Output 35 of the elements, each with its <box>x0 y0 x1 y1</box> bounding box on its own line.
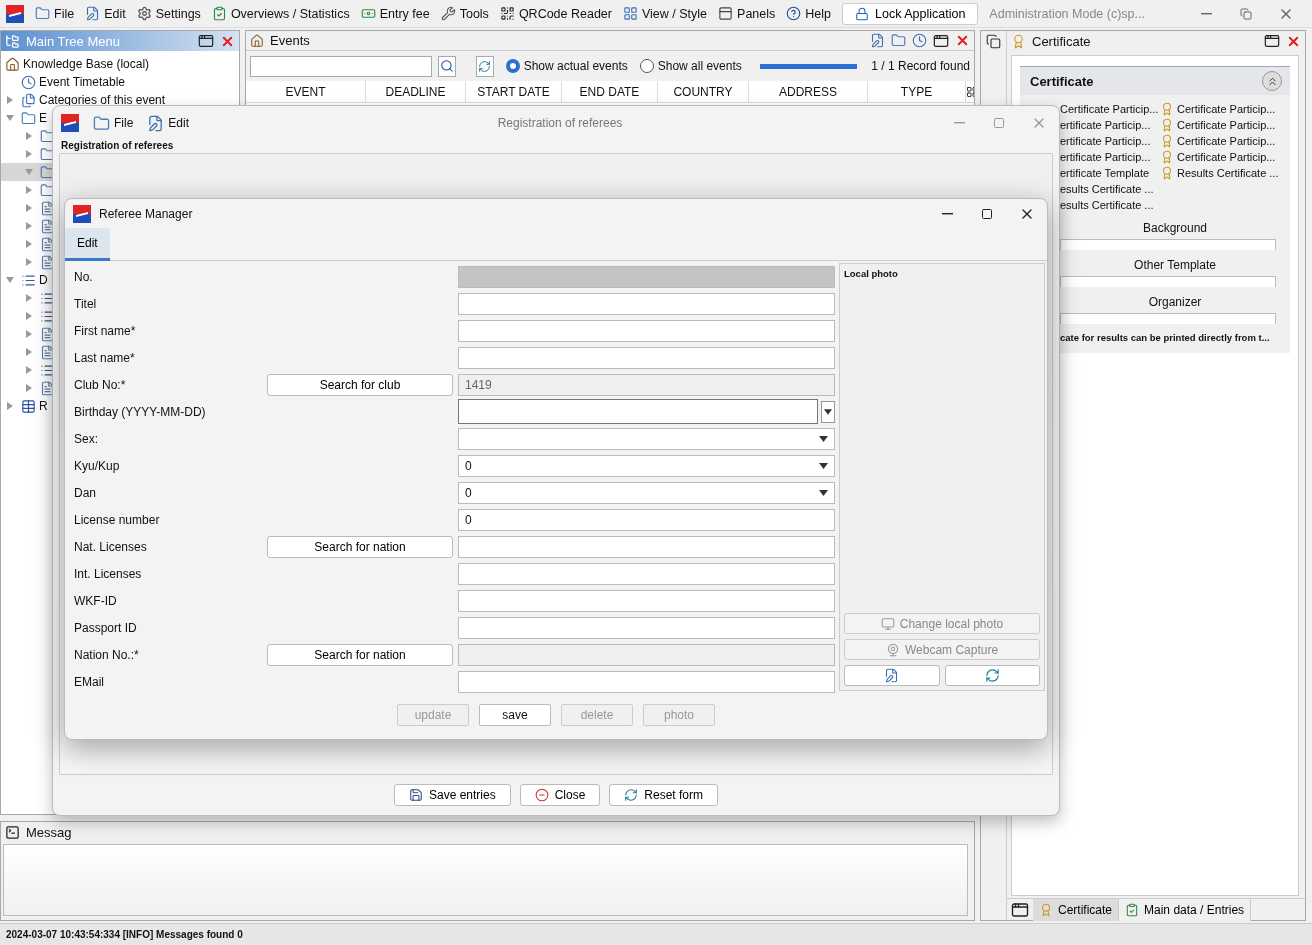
group-title: Registration of referees <box>60 140 175 153</box>
panel-title-bar: Events <box>246 31 974 51</box>
field-label: Kyu/Kup <box>74 458 121 473</box>
field-label: Titel <box>74 296 98 311</box>
panel-title: Messag <box>26 824 73 840</box>
status-bar: 2024-03-07 10:43:54:334 [INFO] Messages found 0 <box>0 923 1312 945</box>
window-title: Registration of referees <box>497 116 623 130</box>
field-label: Sex: <box>74 431 99 446</box>
field-label: Other Template <box>1133 257 1217 274</box>
window-title: Referee Manager <box>99 206 194 221</box>
field-label: Passport ID <box>74 620 138 635</box>
field-label: EMail <box>74 674 105 689</box>
radio-label: Show all events <box>657 59 742 73</box>
field-label: Nation No.:* <box>74 647 140 662</box>
field-label: Birthday (YYYY-MM-DD) <box>74 404 207 419</box>
field-label: Background <box>1141 220 1208 237</box>
field-label: First name* <box>74 323 137 338</box>
field-label: Club No:* <box>74 377 127 392</box>
panel-title: Certificate <box>1032 33 1092 49</box>
field-label: Last name* <box>74 350 136 365</box>
field-label: License number <box>74 512 161 527</box>
field-label: WKF-ID <box>74 593 118 608</box>
record-count: 1 / 1 Record found <box>871 59 970 73</box>
field-label: Int. Licenses <box>74 566 143 581</box>
field-label: Dan <box>74 485 97 500</box>
section-title: Certificate <box>1030 73 1094 89</box>
field-label: Nat. Licenses <box>74 539 148 554</box>
field-label: Organizer <box>1147 294 1203 311</box>
group-title: Local photo <box>844 268 898 279</box>
panel-title-bar: Main Tree Menu <box>1 31 239 51</box>
radio-label: Show actual events <box>523 59 628 73</box>
mode-text: Administration Mode (c)sp... <box>989 6 1145 21</box>
input-field: 1419 <box>458 373 835 396</box>
field-label: No. <box>74 269 94 284</box>
note-text: cate for results can be printed directly from t... <box>1059 331 1271 345</box>
